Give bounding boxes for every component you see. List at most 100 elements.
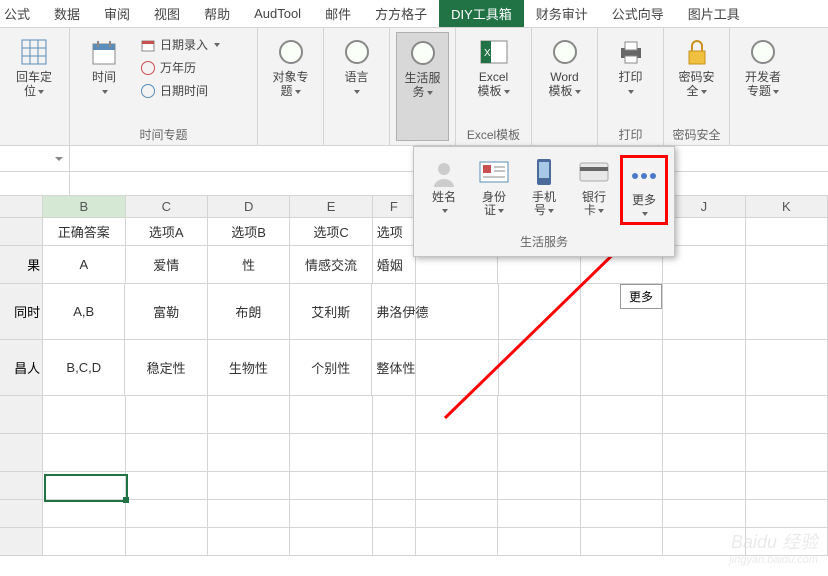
print-label: 打印 bbox=[618, 70, 642, 98]
clock-icon bbox=[140, 60, 156, 76]
watermark: Baidu 经验 jingyan.baidu.com bbox=[729, 528, 818, 566]
row-header[interactable]: 果 bbox=[0, 246, 43, 284]
phone-button[interactable]: 手机 号 bbox=[520, 155, 568, 225]
language-button[interactable]: 语言 bbox=[330, 32, 383, 141]
table-row bbox=[0, 528, 828, 556]
tab-formula-wizard[interactable]: 公式向导 bbox=[600, 0, 676, 27]
time-label: 时间 bbox=[92, 70, 116, 98]
life-service-button[interactable]: 生活服 务 bbox=[396, 32, 449, 141]
tab-formula[interactable]: 公式 bbox=[0, 0, 42, 27]
cell[interactable]: B,C,D bbox=[43, 340, 125, 396]
circle-icon bbox=[341, 36, 373, 68]
table-row: 昌人 B,C,D 稳定性 生物性 个别性 整体性 bbox=[0, 340, 828, 396]
col-header-e[interactable]: E bbox=[290, 196, 372, 218]
person-icon bbox=[428, 157, 460, 189]
id-card-icon bbox=[478, 157, 510, 189]
language-label: 语言 bbox=[344, 70, 368, 98]
circle-icon bbox=[747, 36, 779, 68]
tab-audtool[interactable]: AudTool bbox=[242, 0, 313, 27]
id-card-button[interactable]: 身份 证 bbox=[470, 155, 518, 225]
dropdown-label: 生活服务 bbox=[414, 229, 674, 256]
phone-icon bbox=[528, 157, 560, 189]
printer-icon bbox=[615, 36, 647, 68]
life-service-dropdown: 姓名 身份 证 手机 号 银行 卡 更多 生活服务 bbox=[413, 146, 675, 257]
tab-review[interactable]: 审阅 bbox=[92, 0, 142, 27]
group-label-1 bbox=[6, 141, 63, 143]
clock-icon bbox=[140, 83, 156, 99]
cell[interactable]: 正确答案 bbox=[43, 218, 125, 246]
tab-image-tools[interactable]: 图片工具 bbox=[676, 0, 752, 27]
svg-text:X: X bbox=[484, 48, 491, 59]
tab-data[interactable]: 数据 bbox=[42, 0, 92, 27]
cell[interactable]: 选项C bbox=[290, 218, 372, 246]
more-icon bbox=[628, 160, 660, 192]
cell[interactable]: 艾利斯 bbox=[290, 284, 372, 340]
row-header[interactable] bbox=[0, 218, 43, 246]
tab-view[interactable]: 视图 bbox=[142, 0, 192, 27]
col-header-j[interactable]: J bbox=[663, 196, 745, 218]
calendar-button[interactable]: 万年历 bbox=[136, 57, 224, 78]
object-topic-button[interactable]: 对象专 题 bbox=[264, 32, 317, 141]
cell[interactable]: 性 bbox=[208, 246, 290, 284]
object-topic-label: 对象专 题 bbox=[272, 70, 308, 98]
cell[interactable]: A,B bbox=[43, 284, 125, 340]
cell[interactable]: 爱情 bbox=[126, 246, 208, 284]
datetime-button[interactable]: 日期时间 bbox=[136, 80, 224, 101]
card-icon bbox=[578, 157, 610, 189]
col-header-c[interactable]: C bbox=[126, 196, 208, 218]
life-service-label: 生活服 务 bbox=[404, 71, 440, 99]
table-row bbox=[0, 500, 828, 528]
cell[interactable]: 布朗 bbox=[208, 284, 290, 340]
circle-icon bbox=[275, 36, 307, 68]
cell[interactable]: 生物性 bbox=[208, 340, 290, 396]
word-template-button[interactable]: Word 模板 bbox=[538, 32, 591, 141]
cell[interactable]: 整体性 bbox=[372, 340, 416, 396]
excel-template-button[interactable]: X Excel 模板 bbox=[462, 32, 525, 124]
cell[interactable]: 选项A bbox=[126, 218, 208, 246]
developer-button[interactable]: 开发者 专题 bbox=[736, 32, 790, 141]
name-box[interactable] bbox=[0, 146, 70, 171]
cell[interactable]: 选项 bbox=[373, 218, 416, 246]
tab-help[interactable]: 帮助 bbox=[192, 0, 242, 27]
cell[interactable]: 富勒 bbox=[125, 284, 207, 340]
group-label-password: 密码安全 bbox=[670, 124, 723, 143]
cell[interactable]: A bbox=[43, 246, 125, 284]
password-button[interactable]: 密码安 全 bbox=[670, 32, 723, 124]
time-button[interactable]: 时间 bbox=[76, 32, 132, 124]
excel-icon: X bbox=[478, 36, 510, 68]
date-input-button[interactable]: 日期录入 bbox=[136, 34, 224, 55]
group-label-time: 时间专题 bbox=[76, 124, 251, 143]
cell[interactable]: 选项B bbox=[208, 218, 290, 246]
table-row bbox=[0, 434, 828, 472]
tab-diy-toolbox[interactable]: DIY工具箱 bbox=[439, 0, 524, 27]
more-button[interactable]: 更多 bbox=[620, 155, 668, 225]
enter-position-button[interactable]: 回车定 位 bbox=[6, 32, 62, 141]
tab-mail[interactable]: 邮件 bbox=[313, 0, 363, 27]
cell[interactable]: 情感交流 bbox=[290, 246, 372, 284]
developer-label: 开发者 专题 bbox=[745, 70, 781, 98]
password-label: 密码安 全 bbox=[678, 70, 714, 98]
cell[interactable]: 婚姻 bbox=[373, 246, 416, 284]
cell[interactable]: 稳定性 bbox=[125, 340, 207, 396]
select-all-corner[interactable] bbox=[0, 196, 43, 218]
enter-position-label: 回车定 位 bbox=[16, 70, 52, 98]
group-label-print: 打印 bbox=[604, 124, 657, 143]
row-header[interactable]: 昌人 bbox=[0, 340, 43, 396]
print-button[interactable]: 打印 bbox=[604, 32, 657, 124]
col-header-f[interactable]: F bbox=[373, 196, 416, 218]
cell[interactable]: 弗洛伊德 bbox=[372, 284, 416, 340]
tab-audit[interactable]: 财务审计 bbox=[524, 0, 600, 27]
col-header-d[interactable]: D bbox=[208, 196, 290, 218]
ribbon-tabs: 公式 数据 审阅 视图 帮助 AudTool 邮件 方方格子 DIY工具箱 财务… bbox=[0, 0, 828, 28]
row-header[interactable]: 同时 bbox=[0, 284, 43, 340]
tab-fangfang[interactable]: 方方格子 bbox=[363, 0, 439, 27]
grid-icon bbox=[18, 36, 50, 68]
tooltip: 更多 bbox=[620, 284, 662, 309]
calendar-small-icon bbox=[140, 37, 156, 53]
col-header-b[interactable]: B bbox=[43, 196, 125, 218]
bank-card-button[interactable]: 银行 卡 bbox=[570, 155, 618, 225]
word-template-label: Word 模板 bbox=[548, 70, 580, 98]
cell[interactable]: 个别性 bbox=[290, 340, 372, 396]
col-header-k[interactable]: K bbox=[746, 196, 828, 218]
name-button[interactable]: 姓名 bbox=[420, 155, 468, 225]
